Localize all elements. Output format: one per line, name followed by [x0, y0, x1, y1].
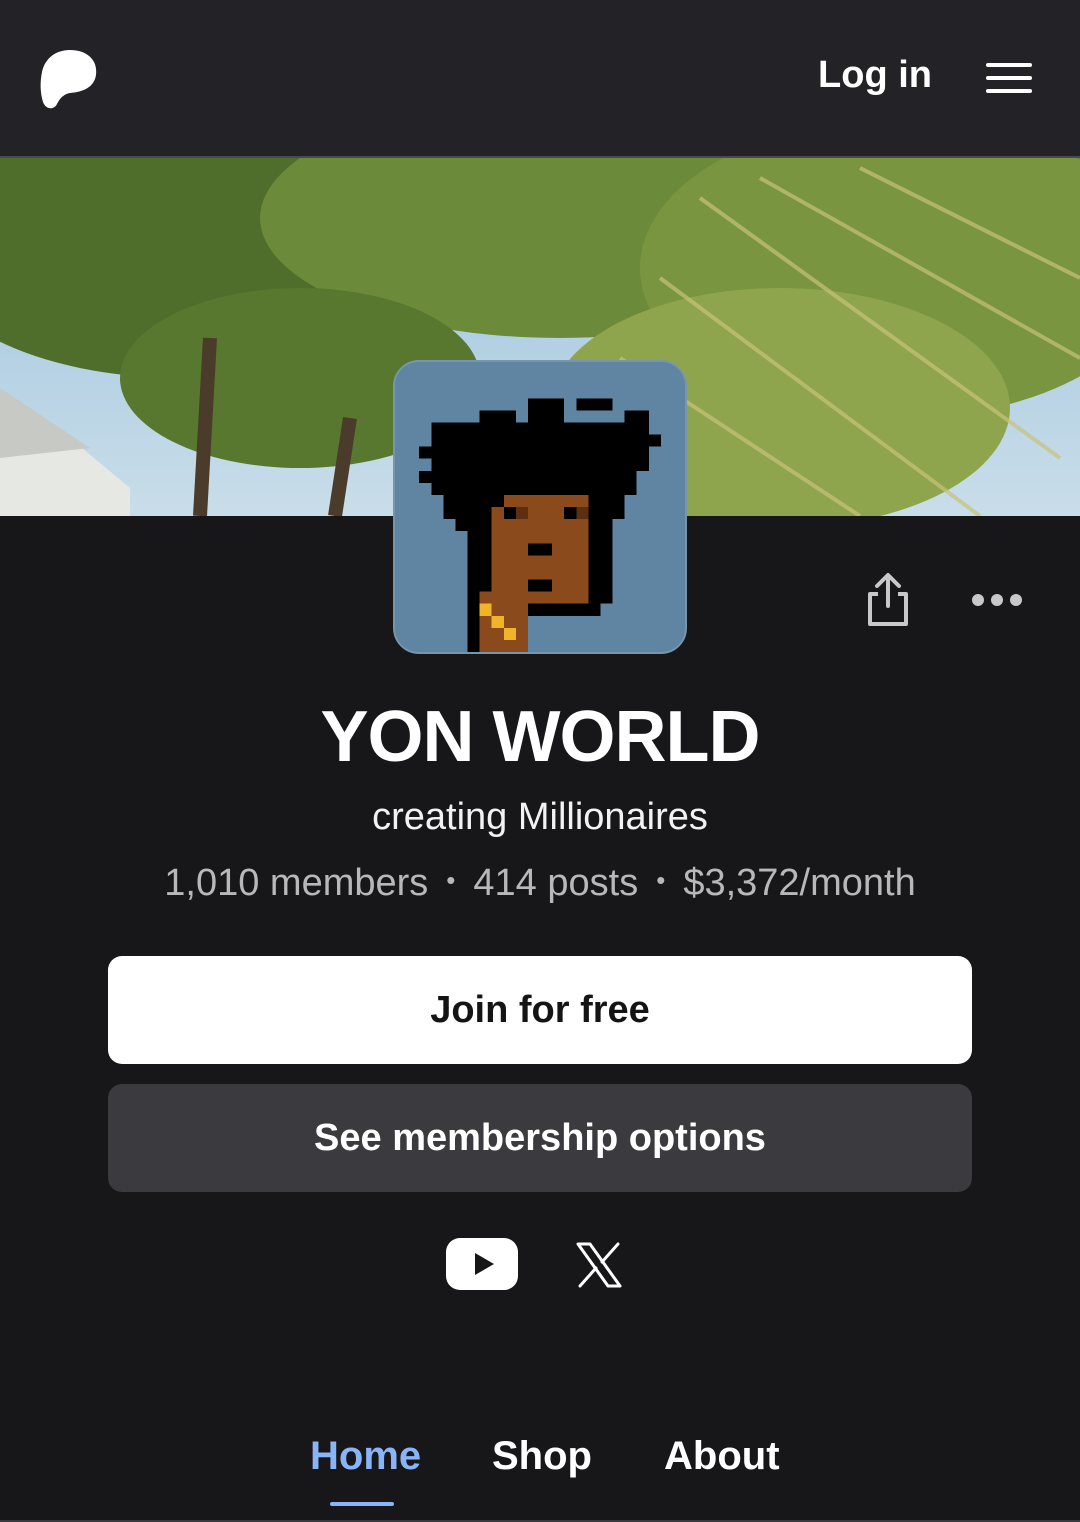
tab-about[interactable]: About — [664, 1434, 780, 1479]
creator-name: YON WORLD — [320, 697, 761, 777]
creator-avatar — [393, 360, 687, 654]
share-icon[interactable] — [864, 572, 912, 628]
members-count: 1,010 members — [164, 862, 429, 904]
patreon-logo-icon[interactable] — [40, 48, 100, 110]
join-for-free-button[interactable]: Join for free — [108, 956, 972, 1064]
more-options-icon[interactable] — [970, 588, 1024, 612]
tab-shop[interactable]: Shop — [492, 1434, 592, 1479]
stats-separator: • — [656, 865, 666, 896]
top-header: Log in — [0, 0, 1080, 158]
monthly-earnings: $3,372/month — [683, 862, 916, 904]
x-logo-icon[interactable] — [576, 1242, 622, 1288]
hamburger-menu-icon[interactable] — [986, 60, 1032, 96]
tab-home[interactable]: Home — [310, 1434, 421, 1479]
see-membership-options-button[interactable]: See membership options — [108, 1084, 972, 1192]
posts-count: 414 posts — [473, 862, 639, 904]
creator-stats: 1,010 members • 414 posts • $3,372/month — [0, 862, 1080, 905]
stats-separator: • — [446, 865, 456, 896]
login-link[interactable]: Log in — [818, 54, 932, 97]
youtube-icon[interactable] — [446, 1238, 518, 1290]
creator-tagline: creating Millionaires — [372, 796, 708, 838]
active-tab-indicator — [330, 1502, 394, 1506]
profile-tabs: Home Shop About — [0, 1424, 1080, 1522]
